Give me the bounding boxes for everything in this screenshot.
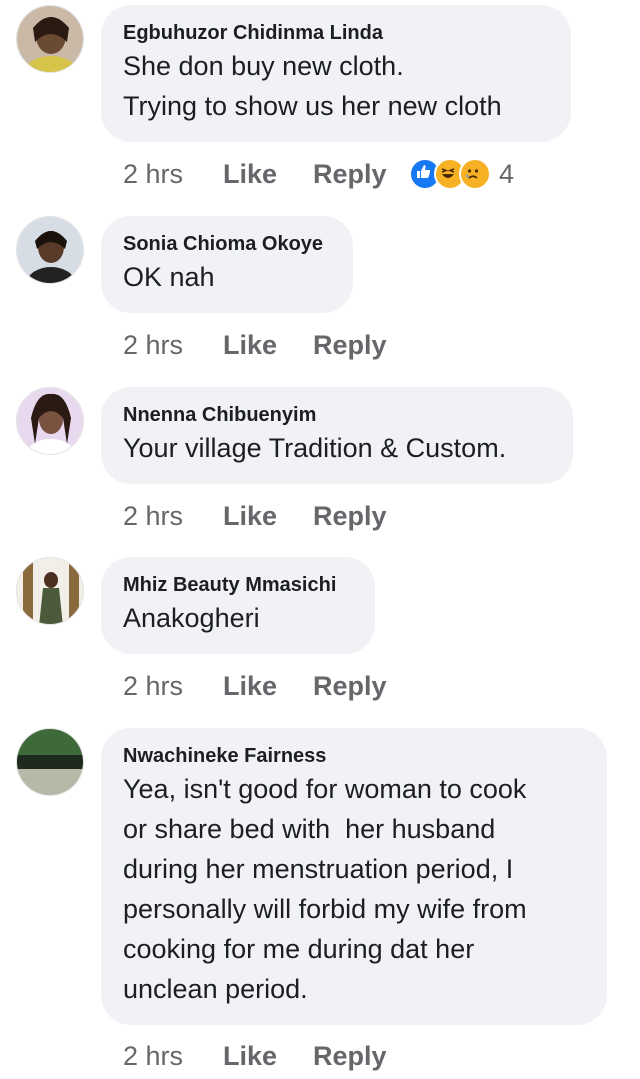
comment-actions: 2 hrs Like Reply xyxy=(123,325,409,365)
comment-author[interactable]: Mhiz Beauty Mmasichi xyxy=(123,573,353,597)
comment-bubble: Egbuhuzor Chidinma Linda She don buy new… xyxy=(101,5,571,142)
comment-bubble: Nwachineke Fairness Yea, isn't good for … xyxy=(101,728,607,1025)
comment-line: Yea, isn't good for woman to cook xyxy=(123,774,527,804)
like-button[interactable]: Like xyxy=(223,330,313,361)
comment-bubble: Sonia Chioma Okoye OK nah xyxy=(101,216,353,313)
comment-line: during her menstruation period, I xyxy=(123,854,514,884)
reactions-summary[interactable]: 4 xyxy=(409,158,514,190)
comment-text: She don buy new cloth. Trying to show us… xyxy=(123,46,549,126)
reply-button[interactable]: Reply xyxy=(313,1041,409,1072)
comment-line: or share bed with her husband xyxy=(123,814,496,844)
comment-actions: 2 hrs Like Reply xyxy=(123,666,409,706)
comment-timestamp[interactable]: 2 hrs xyxy=(123,501,223,532)
comment-text: Yea, isn't good for woman to cook or sha… xyxy=(123,769,585,1009)
comment-actions: 2 hrs Like Reply xyxy=(123,1036,409,1076)
avatar[interactable] xyxy=(16,216,84,284)
comment-timestamp[interactable]: 2 hrs xyxy=(123,330,223,361)
comment-timestamp[interactable]: 2 hrs xyxy=(123,1041,223,1072)
avatar[interactable] xyxy=(16,557,84,625)
sad-reaction-icon xyxy=(459,158,491,190)
like-button[interactable]: Like xyxy=(223,159,313,190)
like-button[interactable]: Like xyxy=(223,501,313,532)
comment-text: Your village Tradition & Custom. xyxy=(123,428,551,468)
comment-text: OK nah xyxy=(123,257,331,297)
reply-button[interactable]: Reply xyxy=(313,671,409,702)
comment-author[interactable]: Sonia Chioma Okoye xyxy=(123,232,331,256)
comment-line: Anakogheri xyxy=(123,603,260,633)
like-button[interactable]: Like xyxy=(223,1041,313,1072)
avatar[interactable] xyxy=(16,728,84,796)
reaction-count: 4 xyxy=(499,158,515,189)
comment-thread: Egbuhuzor Chidinma Linda She don buy new… xyxy=(0,0,640,1079)
reply-button[interactable]: Reply xyxy=(313,501,409,532)
avatar[interactable] xyxy=(16,387,84,455)
comment-line: personally will forbid my wife from xyxy=(123,894,527,924)
reply-button[interactable]: Reply xyxy=(313,159,409,190)
like-button[interactable]: Like xyxy=(223,671,313,702)
comment-author[interactable]: Nnenna Chibuenyim xyxy=(123,403,551,427)
avatar[interactable] xyxy=(16,5,84,73)
comment-line: OK nah xyxy=(123,262,215,292)
comment-timestamp[interactable]: 2 hrs xyxy=(123,671,223,702)
comment-line: She don buy new cloth. xyxy=(123,51,404,81)
comment-actions: 2 hrs Like Reply xyxy=(123,154,514,194)
comment-author[interactable]: Nwachineke Fairness xyxy=(123,744,585,768)
comment-actions: 2 hrs Like Reply xyxy=(123,496,409,536)
comment-line: unclean period. xyxy=(123,974,308,1004)
comment-timestamp[interactable]: 2 hrs xyxy=(123,159,223,190)
comment-line: Trying to show us her new cloth xyxy=(123,91,502,121)
comment-bubble: Mhiz Beauty Mmasichi Anakogheri xyxy=(101,557,375,654)
comment-line: cooking for me during dat her xyxy=(123,934,475,964)
comment-author[interactable]: Egbuhuzor Chidinma Linda xyxy=(123,21,549,45)
comment-text: Anakogheri xyxy=(123,598,353,638)
comment-line: Your village Tradition & Custom. xyxy=(123,433,507,463)
comment-bubble: Nnenna Chibuenyim Your village Tradition… xyxy=(101,387,573,484)
reply-button[interactable]: Reply xyxy=(313,330,409,361)
